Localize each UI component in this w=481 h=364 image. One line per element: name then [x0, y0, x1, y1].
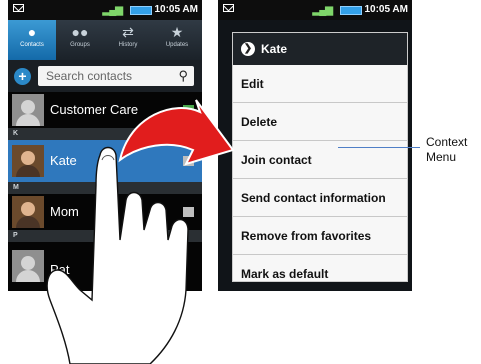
- gesture-illustration: [46, 99, 235, 364]
- swipe-arrow-icon: [118, 99, 235, 166]
- hand-icon: [46, 146, 189, 364]
